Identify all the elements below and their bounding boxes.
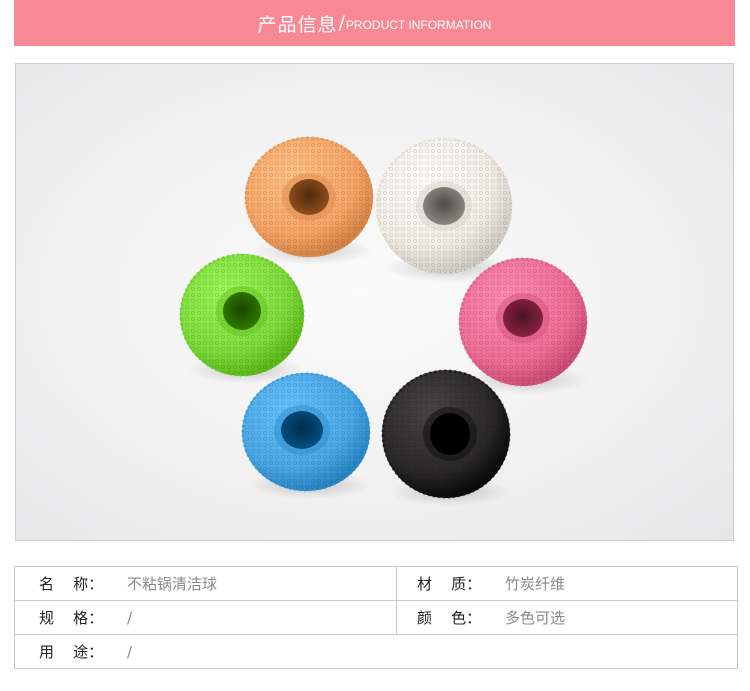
section-title-separator: / (338, 12, 345, 34)
spec-value-color: 多色可选 (505, 609, 566, 627)
spec-cell-use: 用 途： / (14, 634, 738, 669)
scrubber-ball-black (381, 369, 511, 506)
spec-value-material: 竹炭纤维 (505, 575, 566, 593)
product-photo (15, 63, 734, 541)
spec-label-color: 颜 色： (417, 609, 482, 627)
scrubber-ball-green (179, 253, 305, 384)
section-title-cn: 产品信息 (257, 13, 338, 36)
scrubber-ball-blue (241, 372, 371, 499)
spec-value-name: 不粘锅清洁球 (127, 575, 218, 593)
spec-cell-material: 材 质： 竹炭纤维 (396, 566, 738, 601)
scrubber-ball-white (375, 137, 513, 282)
scrubber-ball-pink (458, 257, 588, 394)
spec-cell-name: 名 称： 不粘锅清洁球 (14, 566, 397, 601)
spec-label-use: 用 途： (39, 643, 104, 661)
spec-row: 用 途： / (14, 634, 738, 669)
spec-value-use: / (127, 642, 133, 661)
spec-row: 名 称： 不粘锅清洁球 材 质： 竹炭纤维 (14, 566, 738, 601)
spec-cell-color: 颜 色： 多色可选 (396, 600, 738, 635)
spec-row: 规 格： / 颜 色： 多色可选 (14, 600, 738, 635)
section-title-en: PRODUCT INFORMATION (345, 18, 492, 32)
product-photo-illustration (179, 136, 588, 506)
spec-table: 名 称： 不粘锅清洁球 材 质： 竹炭纤维 规 格： / 颜 色： 多色可选 用… (14, 566, 738, 669)
spec-label-material: 材 质： (417, 575, 482, 593)
spec-label-size: 规 格： (39, 609, 104, 627)
scrubber-ball-orange (244, 136, 374, 265)
spec-cell-size: 规 格： / (14, 600, 397, 635)
section-header-banner: 产品信息 / PRODUCT INFORMATION (14, 0, 735, 46)
spec-value-size: / (127, 608, 133, 627)
spec-label-name: 名 称： (39, 575, 104, 593)
